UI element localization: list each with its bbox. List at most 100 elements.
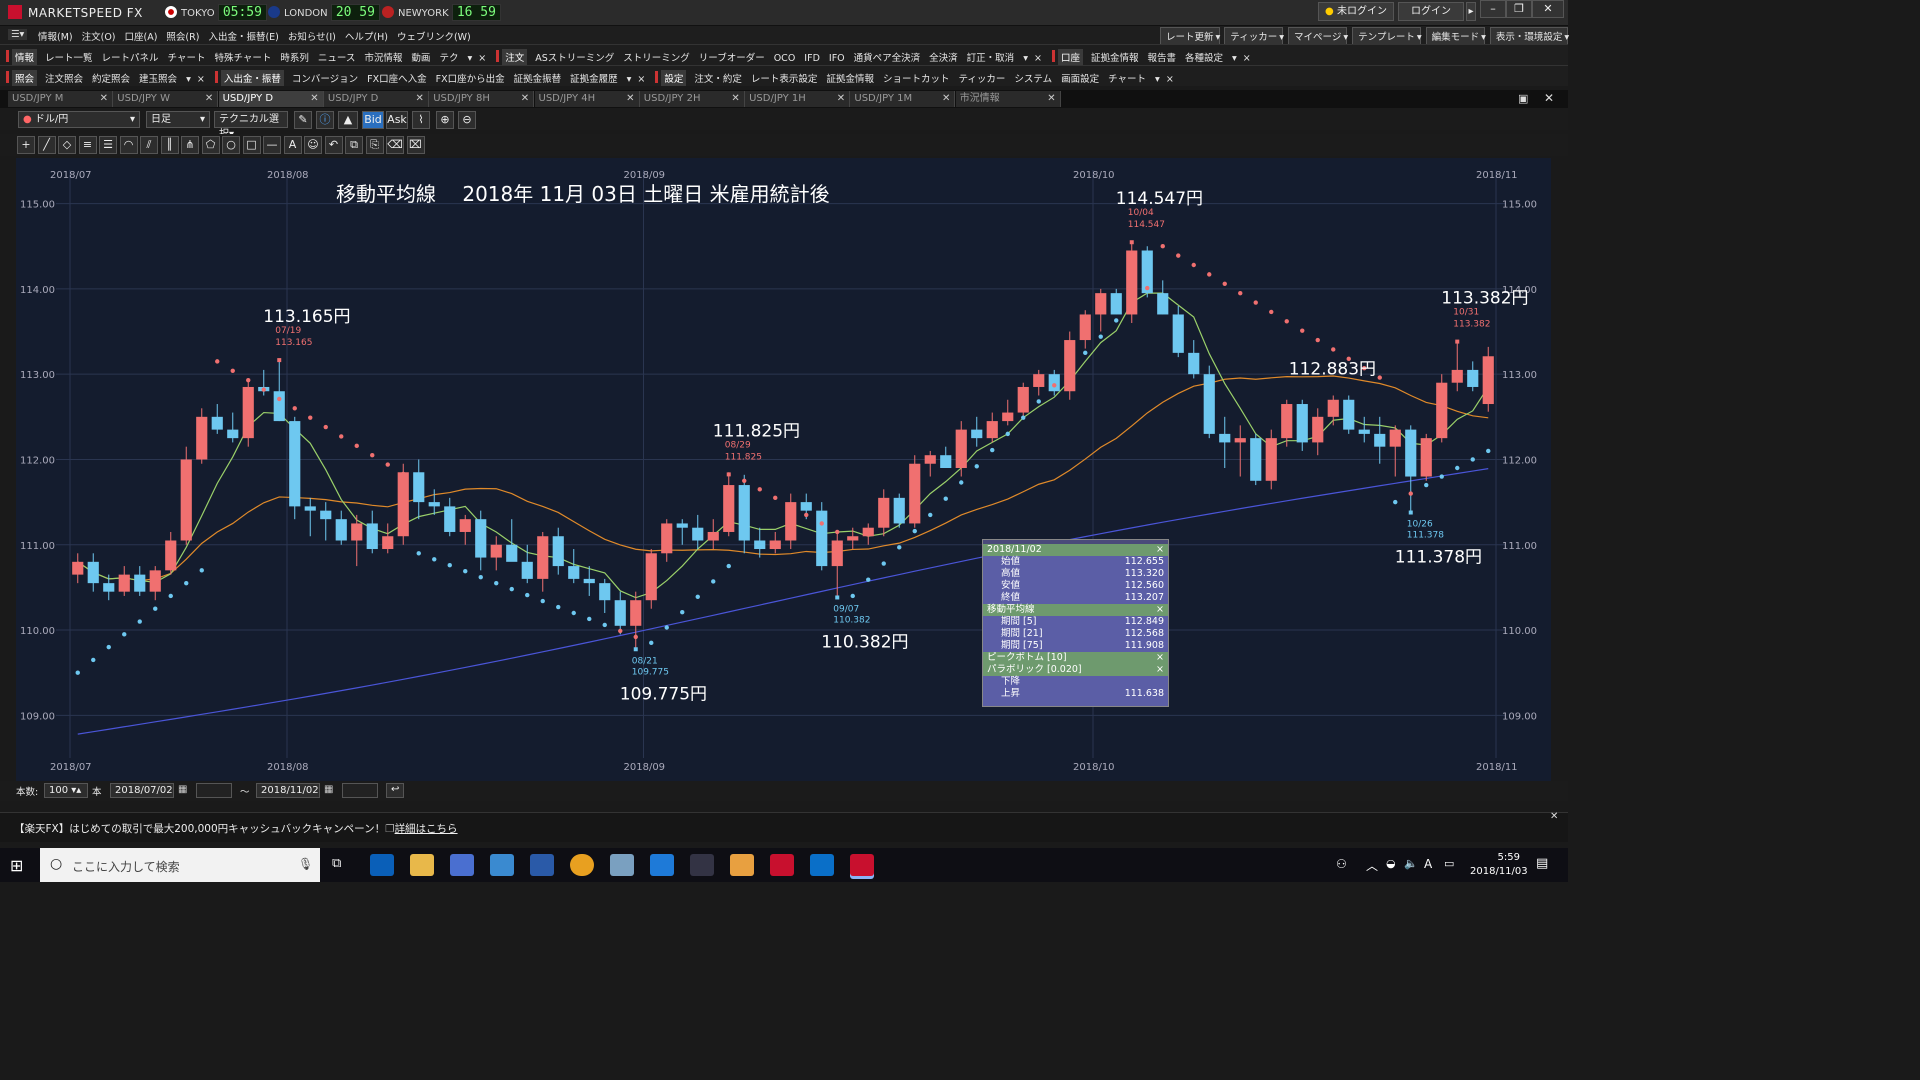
candle-body[interactable]: [1265, 438, 1277, 481]
candle-body[interactable]: [149, 570, 161, 592]
app-icon[interactable]: [730, 854, 754, 876]
info-icon[interactable]: ⓘ: [316, 111, 334, 129]
candle-body[interactable]: [87, 561, 99, 584]
zoom-in-icon[interactable]: ⊕: [436, 111, 454, 129]
toolbar-item[interactable]: 証拠金履歴: [570, 74, 618, 85]
toolbar-item[interactable]: OCO: [774, 53, 796, 64]
candle-body[interactable]: [366, 523, 378, 550]
toolbar-item[interactable]: 時系列: [280, 53, 309, 64]
calculator-icon[interactable]: [450, 854, 474, 876]
candle-body[interactable]: [196, 416, 208, 460]
undo-icon[interactable]: ↶: [324, 136, 343, 154]
toolbar-item[interactable]: ストリーミング: [623, 53, 690, 64]
candle-body[interactable]: [1095, 293, 1107, 315]
menu-item[interactable]: ウェブリンク(W): [397, 32, 471, 43]
close-icon[interactable]: ×: [637, 74, 645, 85]
candle-body[interactable]: [971, 429, 983, 439]
candle-body[interactable]: [1234, 438, 1246, 443]
menu-item[interactable]: 照会(R): [166, 32, 199, 43]
candle-body[interactable]: [1482, 356, 1494, 405]
data-window[interactable]: 2018/11/02 × 始値 112.655 高値 113.320 安値 112.560 終…: [982, 539, 1169, 707]
chart-tab[interactable]: USD/JPY 8H ✕: [429, 91, 535, 107]
close-icon[interactable]: ×: [1156, 604, 1164, 616]
edge-legacy-icon[interactable]: [370, 854, 394, 876]
candle-body[interactable]: [335, 519, 347, 541]
candle-body[interactable]: [413, 472, 425, 503]
candle-body[interactable]: [134, 574, 146, 592]
ask-button[interactable]: Ask: [386, 111, 408, 129]
windows-start-icon[interactable]: ⊞: [10, 856, 23, 875]
toolbar-item[interactable]: 全決済: [929, 53, 958, 64]
candle-body[interactable]: [180, 459, 192, 541]
pair-select[interactable]: ● ドル/円 ▾: [18, 111, 140, 128]
pentagon-icon[interactable]: ⬠: [201, 136, 220, 154]
toolbar-item[interactable]: 特殊チャート: [214, 53, 271, 64]
candle-body[interactable]: [1188, 352, 1200, 375]
volume-icon[interactable]: 🔈: [1404, 857, 1418, 870]
vlines-icon[interactable]: ║: [160, 136, 179, 154]
copy-icon[interactable]: ⧉: [345, 136, 363, 154]
app-window-icon[interactable]: [490, 854, 514, 876]
toolbar-item[interactable]: リーブオーダー: [699, 53, 765, 64]
toolbar-item[interactable]: 証拠金情報: [826, 74, 874, 85]
microphone-icon[interactable]: 🎙: [298, 857, 313, 871]
toolbar-item[interactable]: 注文・約定: [694, 74, 742, 85]
toolbar-item[interactable]: 各種設定: [1185, 53, 1223, 64]
task-view-icon[interactable]: ⧉: [332, 856, 341, 871]
login-button[interactable]: ログイン: [1398, 2, 1464, 21]
chart-tab[interactable]: USD/JPY D ✕: [323, 91, 429, 107]
calendar-icon[interactable]: ▦: [324, 784, 333, 795]
candle-body[interactable]: [878, 497, 890, 528]
candle-body[interactable]: [1374, 433, 1386, 447]
chevron-down-icon[interactable]: ▾: [1232, 53, 1237, 64]
candle-body[interactable]: [723, 485, 735, 532]
chevron-up-icon[interactable]: ︿: [1366, 857, 1378, 874]
candle-body[interactable]: [1296, 404, 1308, 443]
candle-body[interactable]: [1033, 374, 1045, 387]
action-center-icon[interactable]: ▤: [1536, 856, 1548, 871]
candle-body[interactable]: [1420, 438, 1432, 477]
chart-tab[interactable]: USD/JPY D ✕: [218, 91, 324, 107]
toolbar-item[interactable]: レート表示設定: [751, 74, 818, 85]
chart-tab[interactable]: 市況情報 ✕: [955, 91, 1061, 107]
candle-body[interactable]: [1343, 399, 1355, 430]
text-icon[interactable]: A: [283, 136, 302, 154]
menu-item[interactable]: ヘルプ(H): [345, 32, 388, 43]
toolbar-item[interactable]: 画面設定: [1061, 74, 1099, 85]
candle-body[interactable]: [614, 600, 626, 626]
candle-body[interactable]: [847, 536, 859, 541]
chevron-down-icon[interactable]: ▾: [467, 53, 472, 64]
toolbar-item[interactable]: ASストリーミング: [535, 53, 614, 64]
candle-body[interactable]: [1110, 293, 1122, 315]
hline-icon[interactable]: —: [263, 136, 281, 154]
pen-icon[interactable]: ✎: [294, 111, 312, 129]
candle-body[interactable]: [552, 536, 564, 567]
close-icon[interactable]: ×: [1243, 53, 1251, 64]
candle-body[interactable]: [459, 519, 471, 532]
candle-body[interactable]: [862, 527, 874, 537]
toolbar-item[interactable]: 注文照会: [45, 74, 83, 85]
candlestick-chart[interactable]: 115.00 115.00114.00 114.00113.00 113.00112.…: [16, 158, 1551, 781]
candle-body[interactable]: [769, 540, 781, 550]
restore-icon[interactable]: ❐: [1506, 0, 1532, 18]
tab-close-icon[interactable]: ✕: [942, 91, 950, 107]
chart-type-icon[interactable]: ▲: [338, 111, 358, 129]
marketspeed-fx-icon[interactable]: [850, 854, 874, 876]
hlines-icon[interactable]: ≡: [78, 136, 97, 154]
toolbar-item[interactable]: テク: [439, 53, 458, 64]
menu-item[interactable]: 入出金・振替(E): [208, 32, 278, 43]
candle-body[interactable]: [1172, 314, 1184, 353]
candle-body[interactable]: [165, 540, 177, 571]
rectangle-icon[interactable]: □: [242, 136, 261, 154]
toolbar-item[interactable]: チャート: [1108, 74, 1146, 85]
login-arrow-icon[interactable]: ▸: [1466, 2, 1476, 21]
toolbar-item[interactable]: 証拠金情報: [1091, 53, 1139, 64]
candle-body[interactable]: [1017, 386, 1029, 413]
close-icon[interactable]: ×: [1156, 652, 1164, 664]
banner-close-icon[interactable]: ✕: [1550, 811, 1558, 822]
chevron-down-icon[interactable]: ▾: [186, 74, 191, 85]
candle-body[interactable]: [304, 506, 316, 511]
menu-item[interactable]: 注文(O): [82, 32, 116, 43]
toolbar-item[interactable]: 通貨ペア全決済: [854, 53, 921, 64]
toolbar-item[interactable]: ニュース: [318, 53, 356, 64]
